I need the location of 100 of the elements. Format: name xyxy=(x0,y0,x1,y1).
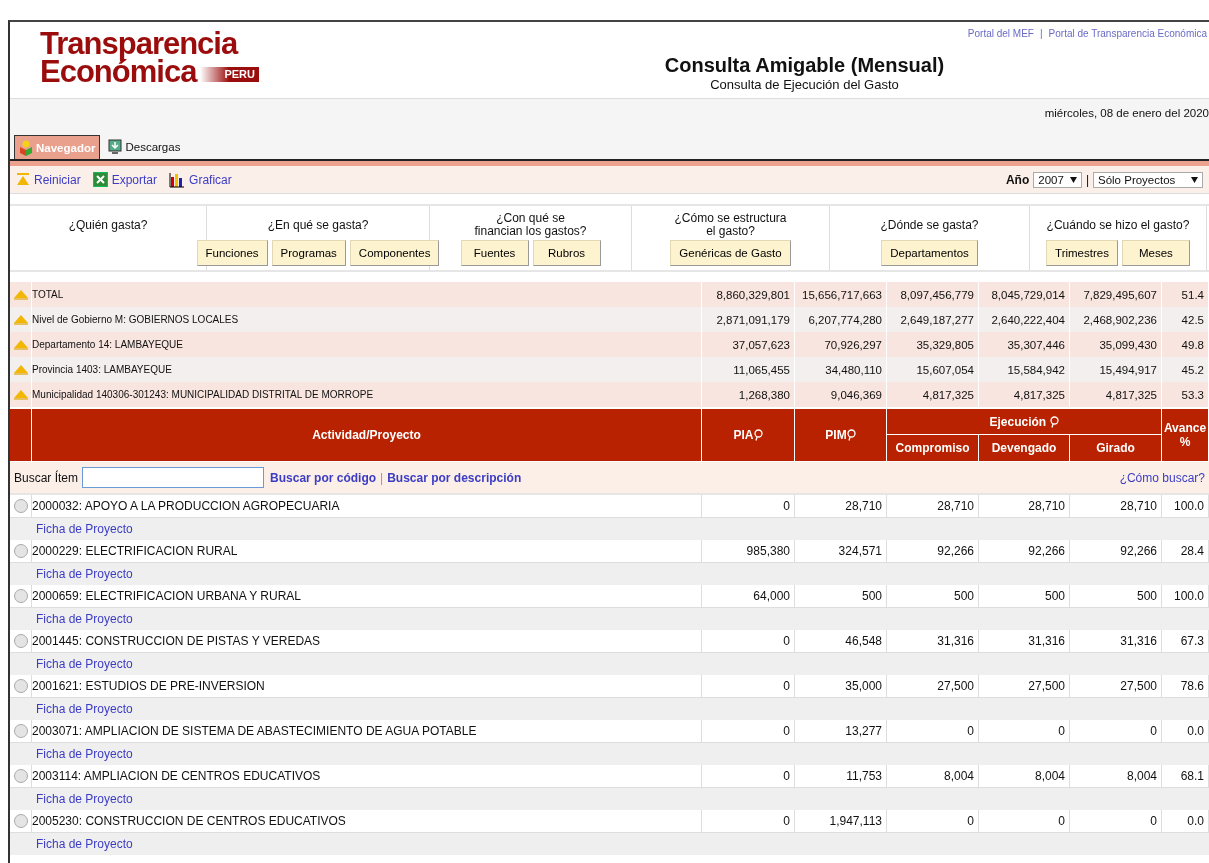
header-link[interactable]: Portal de Transparencia Económica xyxy=(1048,28,1207,39)
project-name: 2001621: ESTUDIOS DE PRE-INVERSION xyxy=(32,675,702,698)
info-pin-icon[interactable] xyxy=(1049,415,1059,428)
dimension-button[interactable]: Funciones xyxy=(196,240,268,266)
column-header[interactable]: Ejecución xyxy=(887,409,1162,435)
project-link[interactable]: Ficha de Proyecto xyxy=(36,837,133,851)
radio-button[interactable] xyxy=(13,634,28,648)
scope-dropdown[interactable]: Sólo Proyectos xyxy=(1093,171,1203,188)
caret-icon[interactable] xyxy=(1191,176,1198,183)
project-link[interactable]: Ficha de Proyecto xyxy=(36,792,133,806)
dimension-button[interactable]: Programas xyxy=(271,240,346,266)
table-cell: 0 xyxy=(1070,810,1162,833)
table-cell: 92,266 xyxy=(887,540,979,563)
table-cell: 31,316 xyxy=(887,630,979,653)
radio-button[interactable] xyxy=(13,814,28,828)
collapse-triangle-icon[interactable] xyxy=(13,339,28,350)
search-field[interactable] xyxy=(82,467,265,488)
dimension-button[interactable]: Departamentos xyxy=(881,240,978,266)
dimension-button[interactable]: Genéricas de Gasto xyxy=(670,240,791,266)
dimension-button[interactable]: Trimestres xyxy=(1046,240,1118,266)
logo-badge: PERU xyxy=(200,67,259,82)
tab[interactable]: Descargas xyxy=(104,135,185,159)
header-link[interactable]: Portal del MEF xyxy=(967,28,1034,39)
table-cell: 0 xyxy=(702,630,795,653)
info-pin-icon[interactable] xyxy=(846,429,856,441)
table-cell: 0 xyxy=(702,495,795,518)
year-dropdown[interactable]: 2007 xyxy=(1033,171,1082,188)
summary-cell: 4,817,325 xyxy=(887,382,979,407)
table-cell: 31,316 xyxy=(1070,630,1162,653)
table-cell: 0 xyxy=(702,765,795,788)
radio-button[interactable] xyxy=(13,769,28,783)
collapse-triangle-icon[interactable] xyxy=(13,389,28,400)
column-header: Compromiso xyxy=(887,435,979,462)
summary-cell: 2,468,902,236 xyxy=(1070,307,1162,332)
dimension-button[interactable]: Componentes xyxy=(349,240,440,266)
project-link[interactable]: Ficha de Proyecto xyxy=(36,522,133,536)
table-cell: 0 xyxy=(702,810,795,833)
toolbar-link[interactable]: Reiniciar xyxy=(34,172,81,187)
collapse-triangle-icon[interactable] xyxy=(13,314,28,325)
table-cell: 324,571 xyxy=(795,540,887,563)
toolbar-link[interactable]: Exportar xyxy=(111,172,158,187)
table-cell: 27,500 xyxy=(1070,675,1162,698)
project-name: 2001445: CONSTRUCCION DE PISTAS Y VEREDAS xyxy=(32,630,702,653)
column-header[interactable]: PIA xyxy=(702,409,795,462)
breadcrumb-label[interactable]: Municipalidad 140306-301243: MUNICIPALIDAD DISTRITAL DE MORROPE xyxy=(32,382,702,407)
summary-cell: 11,065,455 xyxy=(702,357,795,382)
summary-cell: 45.2 xyxy=(1162,357,1209,382)
dimension-button[interactable]: Fuentes xyxy=(460,240,529,266)
project-link[interactable]: Ficha de Proyecto xyxy=(36,567,133,581)
summary-cell: 34,480,110 xyxy=(795,357,887,382)
project-link[interactable]: Ficha de Proyecto xyxy=(36,657,133,671)
radio-button[interactable] xyxy=(13,544,28,558)
project-link[interactable]: Ficha de Proyecto xyxy=(36,612,133,626)
table-cell: 0 xyxy=(1070,720,1162,743)
dimension-button[interactable]: Rubros xyxy=(532,240,601,266)
monitor-download-icon xyxy=(108,139,123,155)
radio-button[interactable] xyxy=(13,589,28,603)
info-pin-icon[interactable] xyxy=(753,429,763,441)
table-cell: 500 xyxy=(1070,585,1162,608)
radio-button[interactable] xyxy=(13,679,28,693)
breadcrumb-label[interactable]: Departamento 14: LAMBAYEQUE xyxy=(32,332,702,357)
bar-chart-icon xyxy=(169,171,186,188)
search-link[interactable]: Buscar por código xyxy=(270,470,377,485)
table-cell: 46,548 xyxy=(795,630,887,653)
help-link[interactable]: ¿Cómo buscar? xyxy=(1119,470,1205,485)
dimension-button[interactable]: Meses xyxy=(1121,240,1190,266)
breadcrumb-label[interactable]: TOTAL xyxy=(32,282,702,307)
caret-icon[interactable] xyxy=(1069,176,1077,183)
table-cell: 68.1 xyxy=(1162,765,1209,788)
table-cell: 8,004 xyxy=(1070,765,1162,788)
column-header[interactable]: PIM xyxy=(795,409,887,462)
summary-cell: 4,817,325 xyxy=(1070,382,1162,407)
table-cell: 1,947,113 xyxy=(795,810,887,833)
project-name: 2003071: AMPLIACION DE SISTEMA DE ABASTECIMIENTO DE AGUA POTABLE xyxy=(32,720,702,743)
radio-button[interactable] xyxy=(13,724,28,738)
project-link[interactable]: Ficha de Proyecto xyxy=(36,747,133,761)
table-cell: 0 xyxy=(702,675,795,698)
collapse-triangle-icon[interactable] xyxy=(13,289,28,300)
summary-cell: 2,649,187,277 xyxy=(887,307,979,332)
search-link[interactable]: Buscar por descripción xyxy=(387,470,522,485)
triangle-up-icon xyxy=(16,172,30,187)
column-header: Actividad/Proyecto xyxy=(32,409,702,462)
summary-cell: 15,584,942 xyxy=(979,357,1070,382)
summary-cell: 35,099,430 xyxy=(1070,332,1162,357)
table-cell: 500 xyxy=(887,585,979,608)
toolbar-link[interactable]: Graficar xyxy=(189,172,232,187)
question-label: ¿Cómo se estructura el gasto? xyxy=(673,210,788,240)
project-link[interactable]: Ficha de Proyecto xyxy=(36,702,133,716)
table-cell: 0 xyxy=(887,810,979,833)
radio-button[interactable] xyxy=(13,499,28,513)
breadcrumb-label[interactable]: Nivel de Gobierno M: GOBIERNOS LOCALES xyxy=(32,307,702,332)
collapse-triangle-icon[interactable] xyxy=(13,364,28,375)
summary-cell: 2,640,222,404 xyxy=(979,307,1070,332)
table-cell: 92,266 xyxy=(979,540,1070,563)
table-cell: 35,000 xyxy=(795,675,887,698)
summary-cell: 15,494,917 xyxy=(1070,357,1162,382)
project-name: 2005230: CONSTRUCCION DE CENTROS EDUCATIVOS xyxy=(32,810,702,833)
breadcrumb-label[interactable]: Provincia 1403: LAMBAYEQUE xyxy=(32,357,702,382)
spreadsheet-icon xyxy=(92,172,108,187)
project-name: 2000659: ELECTRIFICACION URBANA Y RURAL xyxy=(32,585,702,608)
